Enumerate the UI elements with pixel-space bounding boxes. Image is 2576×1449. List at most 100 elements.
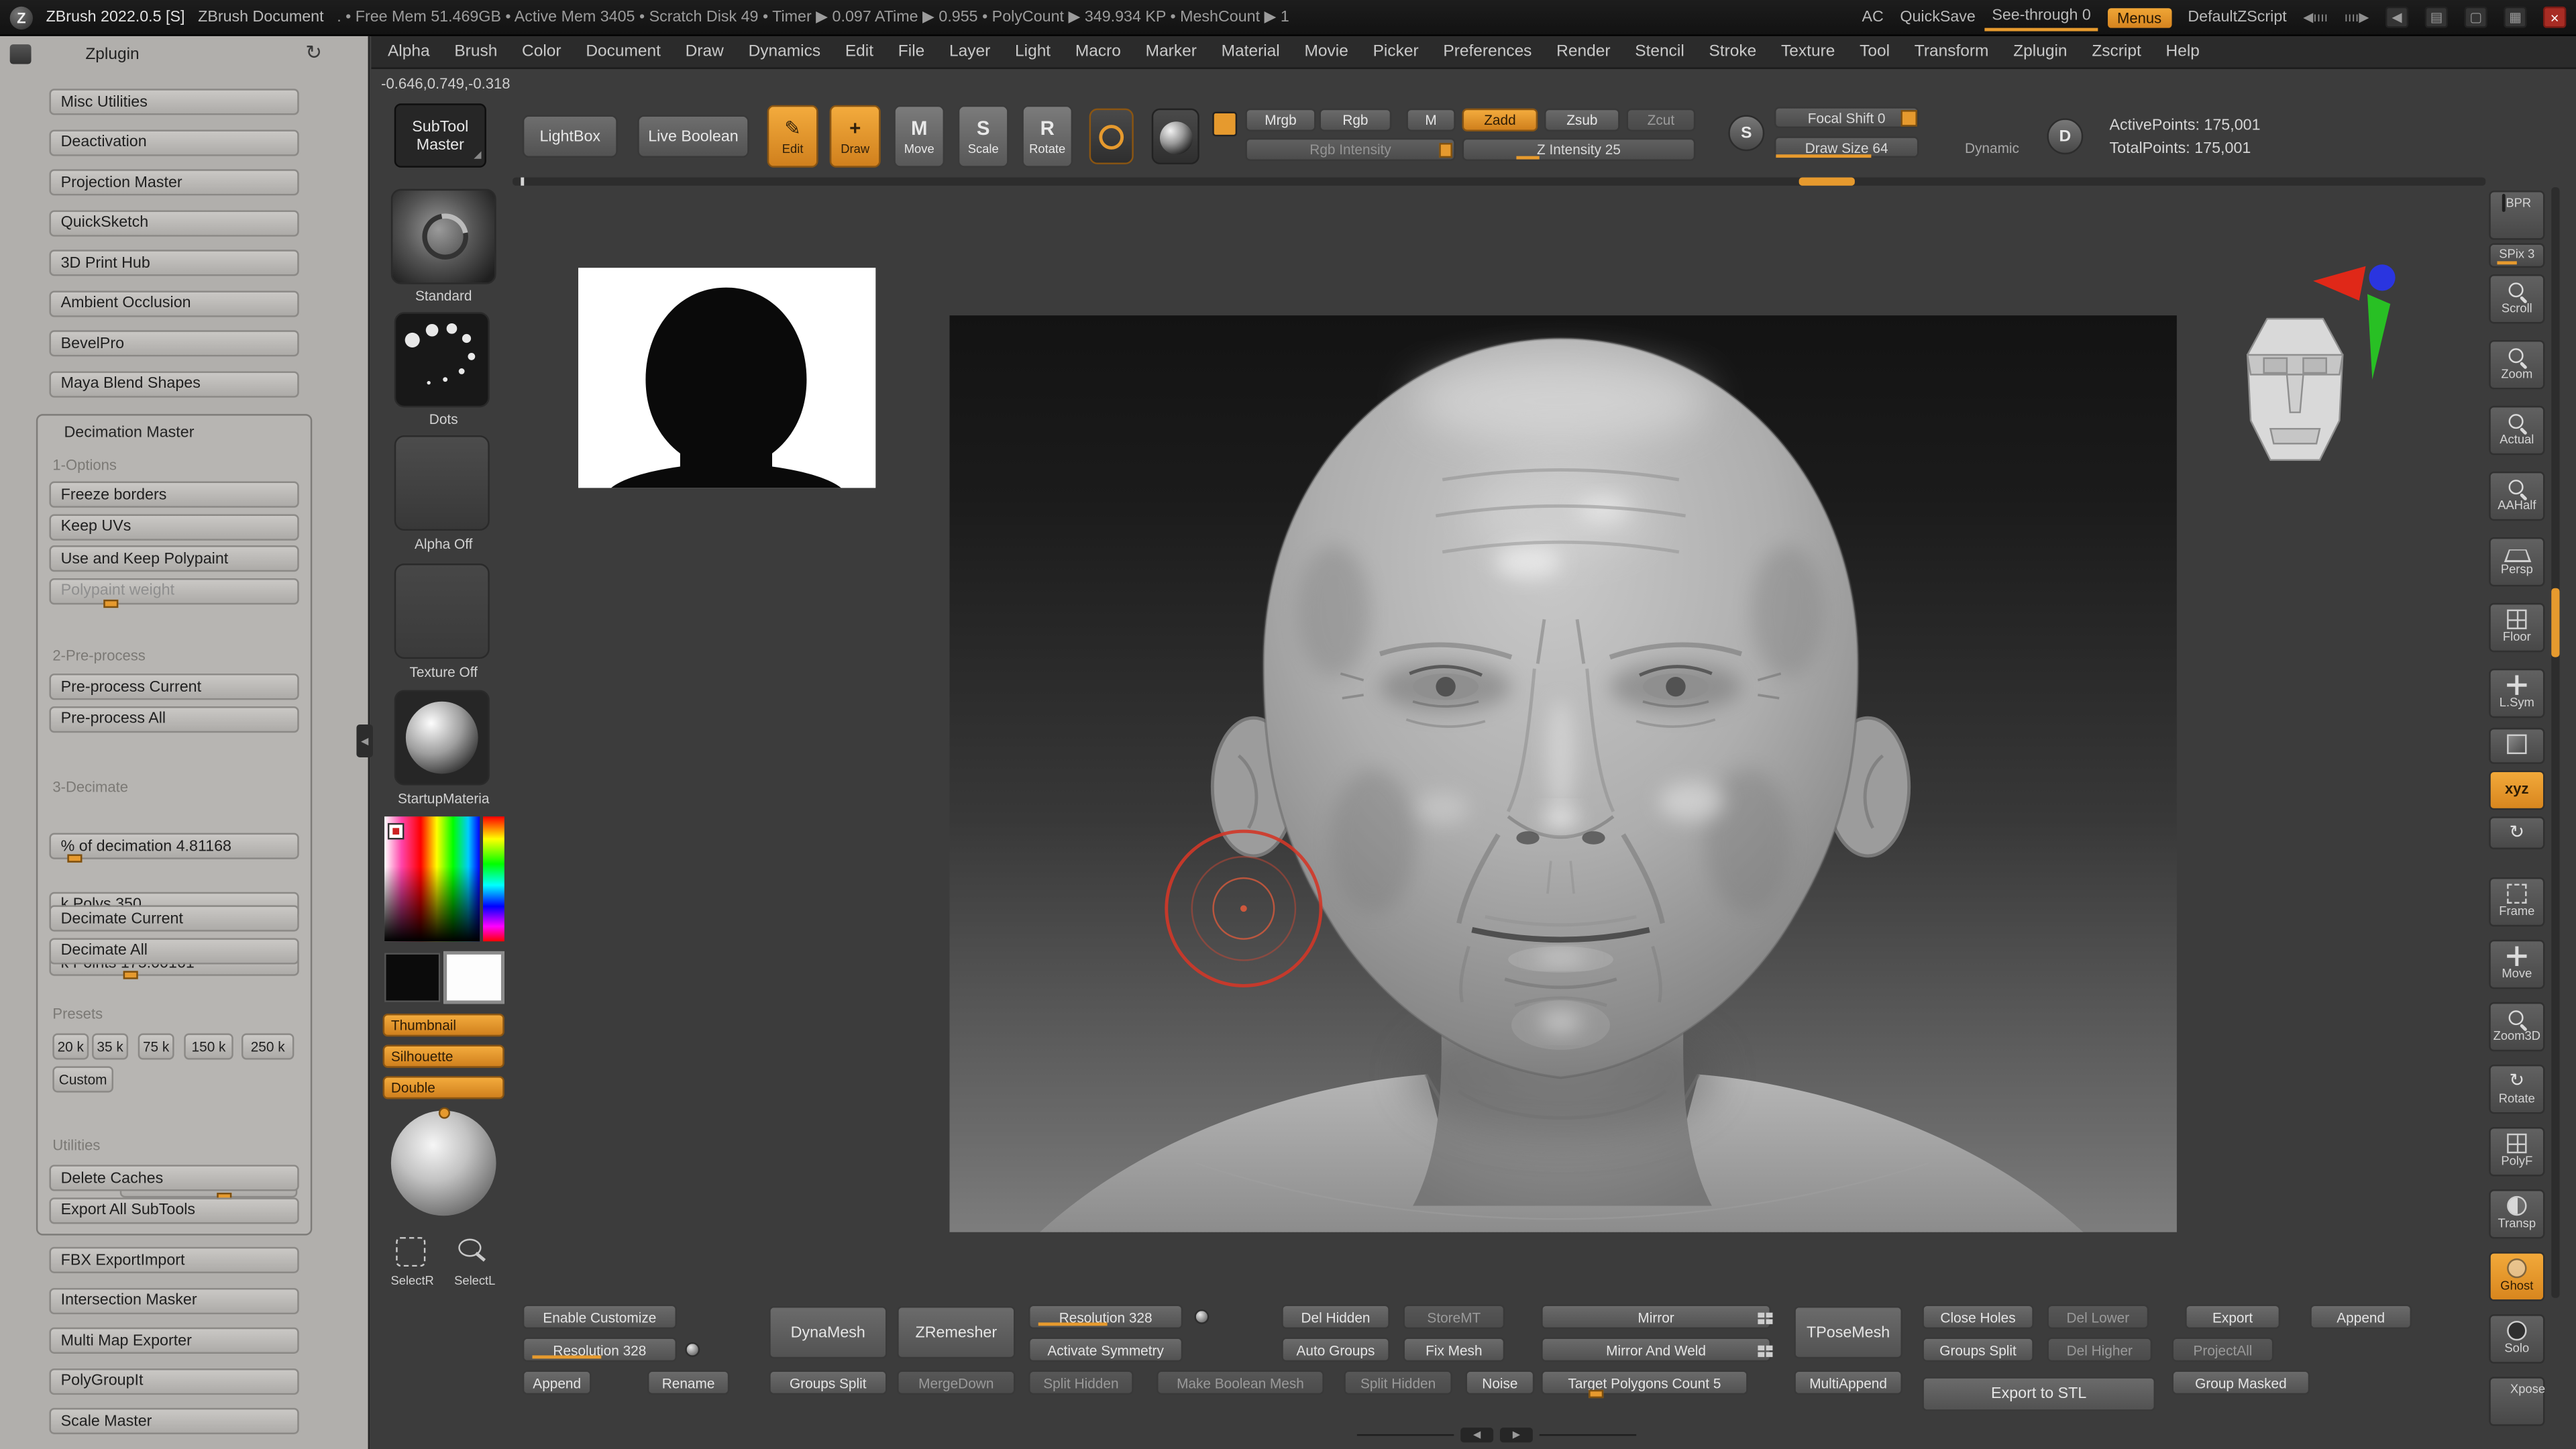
preset-75k-button[interactable]: 75 k bbox=[138, 1033, 174, 1060]
secondary-color-swatch[interactable] bbox=[384, 953, 441, 1002]
xpose-button[interactable]: Xpose bbox=[2489, 1377, 2545, 1426]
mirror-button[interactable]: Mirror bbox=[1541, 1304, 1772, 1330]
zplugin-item-misc-utilities[interactable]: Misc Utilities bbox=[49, 89, 299, 115]
zremesher-button[interactable]: ZRemesher bbox=[897, 1305, 1016, 1359]
projectall-button[interactable]: ProjectAll bbox=[2171, 1337, 2274, 1362]
delete-caches-button[interactable]: Delete Caches bbox=[49, 1165, 299, 1191]
menu-alpha[interactable]: Alpha bbox=[388, 43, 430, 61]
thumbnail-toggle[interactable]: Thumbnail bbox=[382, 1014, 504, 1037]
dynamesh-button[interactable]: DynaMesh bbox=[769, 1305, 888, 1359]
see-through-slider[interactable]: See-through 0 bbox=[1985, 7, 2098, 32]
refresh-icon[interactable]: ↻ bbox=[305, 41, 322, 64]
depth-badge-icon[interactable]: D bbox=[2047, 118, 2084, 155]
group-masked-button[interactable]: Group Masked bbox=[2171, 1370, 2310, 1395]
panel-icon[interactable]: ▦ bbox=[2504, 6, 2527, 28]
resolution-knob-left[interactable] bbox=[685, 1342, 700, 1357]
current-color-swatch[interactable] bbox=[1212, 111, 1238, 137]
spix-slider[interactable]: SPix 3 bbox=[2489, 243, 2545, 268]
preprocess-current-button[interactable]: Pre-process Current bbox=[49, 674, 299, 700]
keep-uvs-button[interactable]: Keep UVs bbox=[49, 513, 299, 540]
groups-split-button-left[interactable]: Groups Split bbox=[769, 1370, 888, 1395]
slider-handle[interactable] bbox=[1439, 143, 1452, 158]
append-button-right[interactable]: Append bbox=[2310, 1304, 2412, 1330]
horizontal-scrollbar[interactable] bbox=[513, 177, 2486, 186]
silhouette-toggle[interactable]: Silhouette bbox=[382, 1044, 504, 1068]
menu-stencil[interactable]: Stencil bbox=[1635, 43, 1684, 61]
zplugin-item-bevelpro[interactable]: BevelPro bbox=[49, 330, 299, 357]
stroke-badge-icon[interactable]: S bbox=[1728, 115, 1765, 152]
zsub-button[interactable]: Zsub bbox=[1544, 108, 1620, 131]
stroke-thumbnail[interactable] bbox=[394, 312, 490, 408]
gizmo-head-icon[interactable] bbox=[2246, 317, 2344, 461]
hue-strip[interactable] bbox=[483, 816, 504, 942]
live-boolean-button[interactable]: Live Boolean bbox=[637, 115, 749, 158]
zplugin-item-deactivation[interactable]: Deactivation bbox=[49, 129, 299, 156]
menu-marker[interactable]: Marker bbox=[1146, 43, 1197, 61]
del-lower-button[interactable]: Del Lower bbox=[2047, 1304, 2149, 1330]
make-boolean-mesh-button[interactable]: Make Boolean Mesh bbox=[1157, 1370, 1324, 1395]
menu-layer[interactable]: Layer bbox=[949, 43, 990, 61]
export-button[interactable]: Export bbox=[2185, 1304, 2281, 1330]
sculpted-head[interactable] bbox=[950, 315, 2177, 1232]
notes-icon[interactable]: ▢ bbox=[2464, 6, 2487, 28]
menu-file[interactable]: File bbox=[898, 43, 924, 61]
tablet-pressure-left-icon[interactable]: ◀ıııı bbox=[2303, 10, 2328, 25]
zadd-button[interactable]: Zadd bbox=[1462, 108, 1538, 131]
close-icon[interactable]: × bbox=[2543, 6, 2567, 28]
zoom-button[interactable]: Zoom bbox=[2489, 339, 2545, 390]
z-axis-dot[interactable] bbox=[2369, 264, 2396, 291]
mirror-and-weld-button[interactable]: Mirror And Weld bbox=[1541, 1337, 1772, 1362]
z-intensity-slider[interactable]: Z Intensity 25 bbox=[1462, 138, 1696, 162]
silhouette-thumbnail[interactable] bbox=[578, 268, 876, 488]
menu-render[interactable]: Render bbox=[1556, 43, 1610, 61]
color-picker[interactable] bbox=[384, 816, 506, 942]
decimate-current-button[interactable]: Decimate Current bbox=[49, 905, 299, 932]
export-all-subtools-button[interactable]: Export All SubTools bbox=[49, 1197, 299, 1224]
slider-handle[interactable] bbox=[67, 854, 83, 863]
vertical-scrollbar[interactable] bbox=[2551, 187, 2560, 1298]
panel-menu-icon[interactable] bbox=[9, 44, 32, 64]
focal-shift-slider[interactable]: Focal Shift 0 bbox=[1774, 107, 1919, 129]
menu-picker[interactable]: Picker bbox=[1373, 43, 1419, 61]
split-hidden-button-2[interactable]: Split Hidden bbox=[1344, 1370, 1452, 1395]
alpha-slot[interactable] bbox=[394, 435, 490, 531]
enable-customize-button[interactable]: Enable Customize bbox=[522, 1304, 677, 1330]
preview-sphere[interactable] bbox=[390, 1107, 496, 1216]
del-hidden-button[interactable]: Del Hidden bbox=[1281, 1304, 1390, 1330]
preset-35k-button[interactable]: 35 k bbox=[92, 1033, 129, 1060]
polypaint-weight-slider[interactable]: Polypaint weight bbox=[49, 577, 299, 607]
menu-transform[interactable]: Transform bbox=[1915, 43, 1989, 61]
solo-button[interactable]: Solo bbox=[2489, 1314, 2545, 1364]
current-material-icon[interactable] bbox=[1151, 108, 1199, 164]
storemt-button[interactable]: StoreMT bbox=[1403, 1304, 1505, 1330]
zplugin-item-polygroupit[interactable]: PolyGroupIt bbox=[49, 1367, 299, 1394]
polyf-button[interactable]: PolyF bbox=[2489, 1127, 2545, 1177]
close-holes-button[interactable]: Close Holes bbox=[1922, 1304, 2034, 1330]
preset-150k-button[interactable]: 150 k bbox=[184, 1033, 233, 1060]
ac-button[interactable]: AC bbox=[1862, 8, 1884, 26]
menu-edit[interactable]: Edit bbox=[845, 43, 873, 61]
tposemesh-button[interactable]: TPoseMesh bbox=[1794, 1305, 1902, 1359]
zcut-button[interactable]: Zcut bbox=[1626, 108, 1696, 131]
menu-stroke[interactable]: Stroke bbox=[1709, 43, 1757, 61]
texture-slot[interactable] bbox=[394, 564, 490, 659]
export-to-stl-button[interactable]: Export to STL bbox=[1922, 1377, 2156, 1411]
x-axis-arrow[interactable] bbox=[2313, 266, 2366, 301]
target-polygons-count-slider[interactable]: Target Polygons Count 5 bbox=[1541, 1370, 1748, 1399]
zplugin-item-quicksketch[interactable]: QuickSketch bbox=[49, 209, 299, 236]
select-lasso-icon[interactable] bbox=[457, 1237, 486, 1267]
current-brush-icon[interactable] bbox=[1089, 108, 1134, 164]
printer-icon[interactable]: ▤ bbox=[2424, 6, 2448, 28]
lightbox-button[interactable]: LightBox bbox=[522, 115, 618, 158]
back-icon[interactable]: ◀ bbox=[2385, 6, 2409, 28]
lsym-button[interactable]: L.Sym bbox=[2489, 668, 2545, 718]
menu-color[interactable]: Color bbox=[522, 43, 561, 61]
menu-help[interactable]: Help bbox=[2166, 43, 2200, 61]
scroll-button[interactable]: Scroll bbox=[2489, 274, 2545, 324]
menu-texture[interactable]: Texture bbox=[1781, 43, 1835, 61]
rotate-mode-button[interactable]: R Rotate bbox=[1022, 105, 1073, 168]
primary-color-swatch[interactable] bbox=[443, 951, 504, 1004]
rename-button[interactable]: Rename bbox=[647, 1370, 730, 1395]
zplugin-item-ambient-occlusion[interactable]: Ambient Occlusion bbox=[49, 290, 299, 317]
zoom3d-button[interactable]: Zoom3D bbox=[2489, 1002, 2545, 1052]
